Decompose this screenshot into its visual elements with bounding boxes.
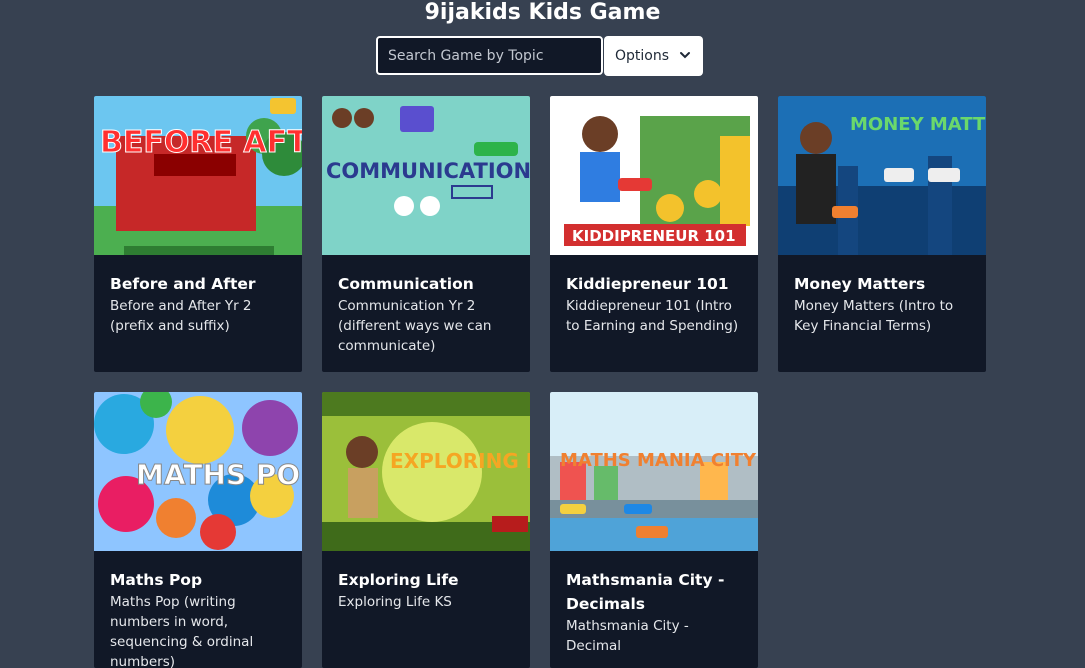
art-title: MONEY MATTERS	[850, 114, 986, 135]
game-artwork: KIDDIPRENEUR 101	[550, 96, 758, 255]
game-thumbnail[interactable]: MATHS MANIA CITY	[550, 392, 758, 551]
game-thumbnail[interactable]: KIDDIPRENEUR 101	[550, 96, 758, 255]
art-title: EXPLORING LIFE	[390, 449, 530, 473]
game-description: Exploring Life KS	[338, 594, 452, 610]
game-thumbnail[interactable]: MATHS POP	[94, 392, 302, 551]
game-card-mathsmania-city[interactable]: MATHS MANIA CITY Mathsmania City - Decim…	[550, 392, 758, 668]
game-description: Maths Pop (writing numbers in word, sequ…	[110, 594, 254, 668]
game-artwork: COMMUNICATION	[322, 96, 530, 255]
game-title: Money Matters	[794, 275, 926, 293]
game-title: Maths Pop	[110, 571, 203, 589]
art-title: MATHS MANIA CITY	[560, 450, 757, 471]
game-title: Kiddiepreneur 101	[566, 275, 729, 293]
game-thumbnail[interactable]: EXPLORING LIFE	[322, 392, 530, 551]
game-card-before-and-after[interactable]: BEFORE AFTER Before and After Before and…	[94, 96, 302, 372]
game-card-kiddiepreneur-101[interactable]: KIDDIPRENEUR 101 Kiddiepreneur 101 Kiddi…	[550, 96, 758, 372]
game-artwork: EXPLORING LIFE	[322, 392, 530, 551]
options-label: Options	[615, 48, 670, 64]
game-card-exploring-life[interactable]: EXPLORING LIFE Exploring Life Exploring …	[322, 392, 530, 668]
search-input[interactable]	[376, 36, 603, 75]
game-description: Money Matters (Intro to Key Financial Te…	[794, 298, 954, 334]
game-title: Exploring Life	[338, 571, 459, 589]
game-artwork: MATHS POP	[94, 392, 302, 551]
game-card-communication[interactable]: COMMUNICATION Communication Communicatio…	[322, 96, 530, 372]
game-description: Before and After Yr 2 (prefix and suffix…	[110, 298, 252, 334]
art-title: COMMUNICATION	[326, 159, 530, 183]
game-title: Before and After	[110, 275, 256, 293]
game-artwork: MATHS MANIA CITY	[550, 392, 758, 551]
game-title: Communication	[338, 275, 474, 293]
page-title: 9ijakids Kids Game	[424, 0, 661, 25]
game-title: Mathsmania City - Decimals	[566, 571, 725, 613]
game-thumbnail[interactable]: BEFORE AFTER	[94, 96, 302, 255]
game-description: Mathsmania City - Decimal	[566, 618, 689, 654]
options-dropdown[interactable]: Options	[604, 36, 703, 76]
game-card-maths-pop[interactable]: MATHS POP Maths Pop Maths Pop (writing n…	[94, 392, 302, 668]
art-title: KIDDIPRENEUR 101	[572, 227, 736, 245]
game-artwork: BEFORE AFTER	[94, 96, 302, 255]
chevron-down-icon	[680, 52, 690, 59]
art-title: BEFORE AFTER	[100, 125, 302, 160]
game-thumbnail[interactable]: COMMUNICATION	[322, 96, 530, 255]
game-description: Communication Yr 2 (different ways we ca…	[338, 298, 492, 354]
game-thumbnail[interactable]: MONEY MATTERS	[778, 96, 986, 255]
game-artwork: MONEY MATTERS	[778, 96, 986, 255]
art-title: MATHS POP	[136, 458, 302, 491]
game-card-money-matters[interactable]: MONEY MATTERS Money Matters Money Matter…	[778, 96, 986, 372]
game-description: Kiddiepreneur 101 (Intro to Earning and …	[566, 298, 739, 334]
